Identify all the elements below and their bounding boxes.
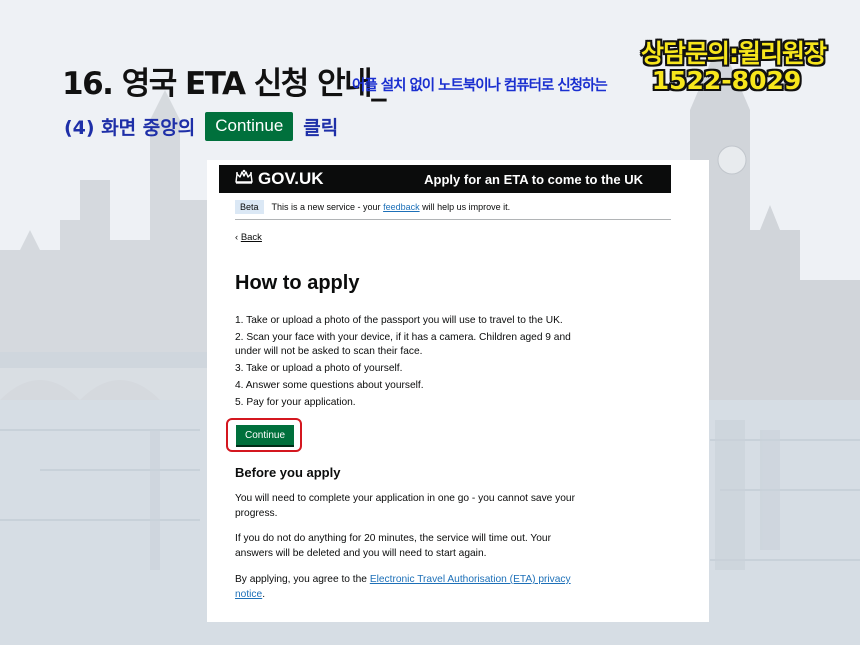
list-item: 1. Take or upload a photo of the passpor… — [235, 315, 563, 326]
phase-text: This is a new service - your feedback wi… — [272, 202, 511, 212]
paragraph-save-progress: You will need to complete your applicati… — [235, 493, 575, 519]
contact-label: 상담문의:윌리원장 — [641, 39, 827, 68]
phase-banner: Beta This is a new service - your feedba… — [235, 200, 671, 220]
before-you-apply-heading: Before you apply — [235, 465, 341, 480]
chevron-left-icon: ‹ — [235, 232, 239, 243]
continue-button[interactable]: Continue — [236, 425, 294, 445]
privacy-text-after: . — [262, 588, 266, 600]
list-item: 3. Take or upload a photo of yourself. — [235, 363, 403, 374]
page-title: How to apply — [235, 272, 360, 294]
back-link[interactable]: ‹ Back — [235, 232, 262, 243]
govuk-logo[interactable]: GOV.UK — [235, 169, 324, 189]
slide-subtitle: 어플 설치 없이 노트북이나 컴퓨터로 신청하는 — [352, 78, 608, 94]
step-prefix: (4) 화면 중앙의 — [64, 117, 196, 139]
paragraph-privacy: By applying, you agree to the Electronic… — [235, 573, 590, 602]
list-item: 2. Scan your face with your device, if i… — [235, 332, 571, 357]
service-name-link[interactable]: Apply for an ETA to come to the UK — [424, 172, 643, 187]
steps-list: 1. Take or upload a photo of the passpor… — [235, 314, 585, 413]
govuk-logo-text: GOV.UK — [258, 169, 324, 188]
govuk-header: GOV.UK Apply for an ETA to come to the U… — [219, 165, 671, 193]
step-suffix: 클릭 — [303, 117, 339, 139]
step-instruction: (4) 화면 중앙의 Continue 클릭 — [64, 112, 338, 141]
contact-info: 상담문의:윌리원장 1522-8029 — [641, 39, 827, 95]
feedback-link[interactable]: feedback — [383, 202, 420, 212]
paragraph-timeout: If you do not do anything for 20 minutes… — [235, 533, 551, 559]
privacy-text-before: By applying, you agree to the — [235, 574, 367, 585]
phase-text-after: will help us improve it. — [422, 202, 511, 212]
list-item: 5. Pay for your application. — [235, 397, 356, 408]
list-item: 4. Answer some questions about yourself. — [235, 380, 424, 391]
back-link-label: Back — [240, 232, 262, 243]
contact-phone: 1522-8029 — [651, 66, 802, 95]
step-continue-chip: Continue — [205, 112, 294, 141]
govuk-screenshot: GOV.UK Apply for an ETA to come to the U… — [207, 160, 709, 622]
phase-tag: Beta — [235, 200, 264, 214]
phase-text-before: This is a new service - your — [271, 202, 381, 212]
slide-title: 16. 영국 ETA 신청 안내_ — [62, 66, 387, 102]
crown-icon — [235, 169, 253, 189]
